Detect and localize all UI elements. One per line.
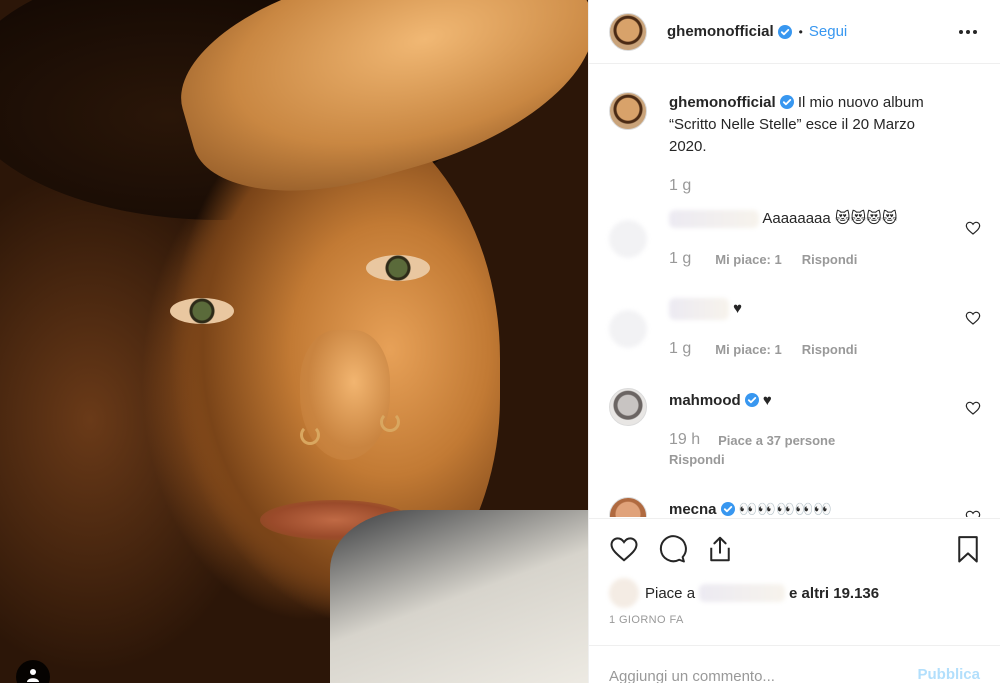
comment-like-heart-icon[interactable] — [965, 310, 981, 326]
post-action-bar — [589, 518, 1000, 578]
bookmark-icon[interactable] — [953, 534, 983, 564]
commenter-username-redacted[interactable] — [669, 298, 729, 321]
comment-reply-button[interactable]: Rispondi — [802, 342, 858, 357]
commenter-avatar[interactable] — [609, 220, 647, 258]
commenter-avatar[interactable] — [609, 310, 647, 348]
likes-summary[interactable]: Piace a e altri 19.136 — [609, 578, 979, 608]
commenter-avatar[interactable] — [609, 497, 647, 517]
commenter-username-redacted[interactable] — [669, 210, 759, 229]
liker-avatar[interactable] — [609, 578, 639, 608]
comment-text-block: mecna 👀👀👀👀👀 — [669, 499, 949, 517]
user-tag-button[interactable] — [16, 660, 50, 683]
commenter-username[interactable]: mahmood — [669, 392, 741, 409]
comment-meta: 19 h Piace a 37 persone — [669, 431, 855, 449]
post-side-panel: ghemonofficial • Segui ghemonofficial Il… — [588, 0, 1000, 683]
photo-shirt — [330, 510, 588, 683]
author-avatar[interactable] — [609, 12, 647, 51]
commenter-username[interactable]: mecna — [669, 501, 717, 517]
comment-likes[interactable]: Mi piace: 1 — [715, 342, 781, 357]
verified-badge-icon — [779, 95, 794, 109]
caption-username[interactable]: ghemonofficial — [669, 94, 776, 111]
author-username[interactable]: ghemonofficial — [667, 23, 774, 40]
post-header: ghemonofficial • Segui — [589, 0, 1000, 64]
commenter-avatar[interactable] — [609, 388, 647, 426]
comment-text-block: Aaaaaaaa 😻😻😻😻 — [669, 208, 949, 230]
verified-badge-icon — [720, 502, 735, 516]
comment-like-heart-icon[interactable] — [965, 509, 981, 517]
comment-text-block: mahmood ♥ — [669, 390, 949, 412]
comment-input[interactable] — [609, 664, 899, 683]
verified-badge-icon — [744, 393, 759, 407]
author-avatar[interactable] — [609, 92, 647, 130]
comment-likes[interactable]: Mi piace: 1 — [715, 252, 781, 267]
comment-meta: 1 g Mi piace: 1 Rispondi — [669, 250, 857, 268]
caption-meta: 1 g — [669, 177, 715, 195]
comment-likes[interactable]: Piace a 37 persone — [718, 433, 835, 448]
comment-icon[interactable] — [657, 534, 687, 564]
user-icon — [27, 669, 39, 682]
photo-eye-left — [170, 298, 234, 324]
photo-eye-right — [366, 255, 430, 281]
post-photo[interactable] — [0, 0, 588, 683]
comment-text-block: ♥ — [669, 298, 949, 321]
comment-text: 👀👀👀👀👀 — [738, 501, 833, 517]
more-options-icon[interactable] — [956, 20, 980, 44]
comment-time[interactable]: 19 h — [669, 431, 700, 449]
verified-badge-icon — [777, 24, 792, 39]
follow-button[interactable]: Segui — [809, 23, 847, 40]
caption-text-block: ghemonofficial Il mio nuovo album “Scrit… — [669, 92, 949, 158]
follow-separator: • — [798, 24, 803, 39]
likes-prefix: Piace a — [645, 584, 696, 602]
caption-time[interactable]: 1 g — [669, 177, 691, 195]
post-timestamp[interactable]: 1 giorno fa — [609, 614, 684, 626]
publish-button[interactable]: Pubblica — [917, 666, 980, 683]
comment-reply-button[interactable]: Rispondi — [802, 252, 858, 267]
likes-count[interactable]: e altri 19.136 — [789, 585, 879, 602]
comment-text: Aaaaaaaa 😻😻😻😻 — [762, 210, 898, 227]
comment-time[interactable]: 1 g — [669, 250, 691, 268]
comment-like-heart-icon[interactable] — [965, 400, 981, 416]
liker-username-redacted[interactable] — [699, 584, 786, 602]
heart-icon[interactable] — [609, 534, 639, 564]
comments-list[interactable]: ghemonofficial Il mio nuovo album “Scrit… — [589, 65, 1000, 517]
comment-reply-button[interactable]: Rispondi — [669, 452, 725, 467]
comment-meta: 1 g Mi piace: 1 Rispondi — [669, 340, 857, 358]
add-comment-bar: Pubblica — [589, 645, 1000, 683]
comment-text: ♥ — [762, 392, 772, 409]
share-icon[interactable] — [705, 534, 735, 564]
photo-nose-ring — [300, 425, 320, 445]
comment-text: ♥ — [733, 300, 743, 317]
comment-time[interactable]: 1 g — [669, 340, 691, 358]
photo-nose-ring — [380, 412, 400, 432]
comment-like-heart-icon[interactable] — [965, 220, 981, 236]
